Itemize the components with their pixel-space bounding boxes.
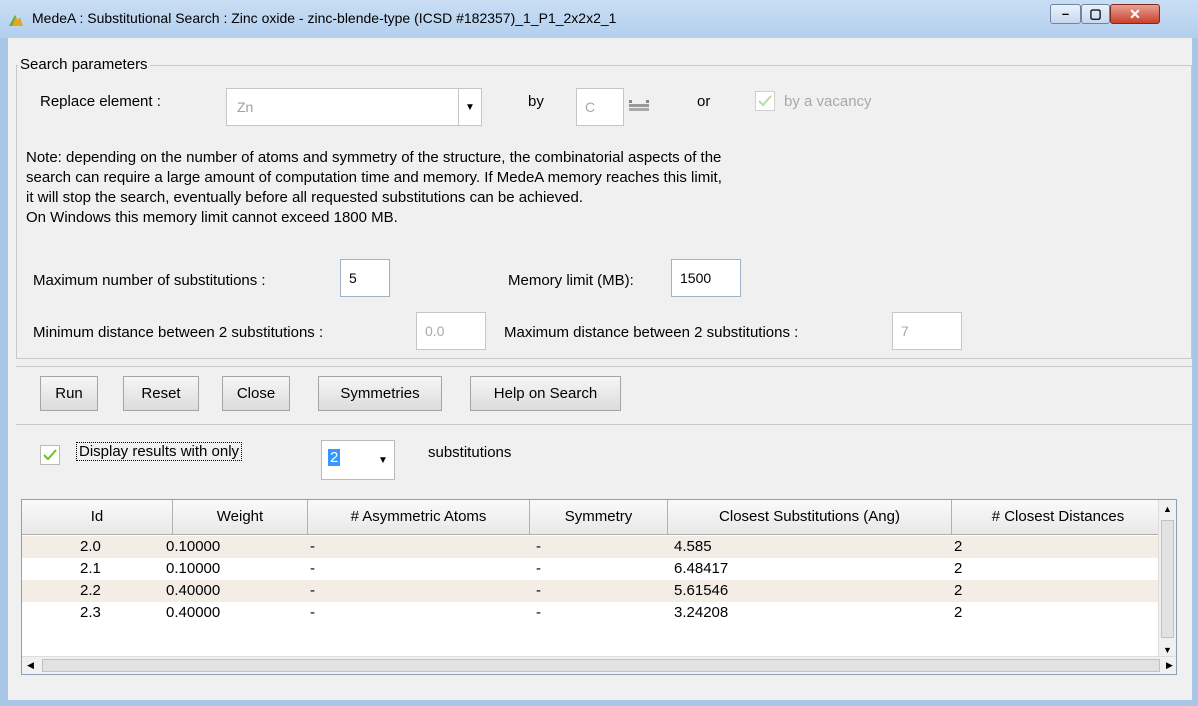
cell-closest-substitutions: 5.61546 <box>674 582 729 599</box>
cell-closest-distances: 2 <box>954 560 963 577</box>
note-line: Note: depending on the number of atoms a… <box>26 149 722 166</box>
cell-closest-substitutions: 6.48417 <box>674 560 729 577</box>
note-line: search can require a large amount of com… <box>26 169 722 186</box>
replace-element-value: Zn <box>237 99 254 115</box>
horizontal-scroll-thumb[interactable] <box>42 659 1160 672</box>
min-distance-input[interactable]: 0.0 <box>416 312 486 350</box>
vertical-scroll-thumb[interactable] <box>1161 520 1174 638</box>
note-line: On Windows this memory limit cannot exce… <box>26 209 398 226</box>
column-header-weight[interactable]: Weight <box>173 500 308 534</box>
column-header-asymmetric-atoms[interactable]: # Asymmetric Atoms <box>308 500 530 534</box>
min-distance-label: Minimum distance between 2 substitutions… <box>33 324 324 341</box>
cell-weight: 0.40000 <box>166 604 221 621</box>
scroll-left-icon[interactable]: ◀ <box>22 657 39 674</box>
close-icon: ✕ <box>1129 6 1141 22</box>
display-results-label[interactable]: Display results with only <box>76 442 243 461</box>
check-icon <box>758 95 772 107</box>
minimize-button[interactable]: – <box>1050 4 1081 24</box>
substitutions-count-combo[interactable]: 2 ▼ <box>321 440 395 480</box>
scroll-right-icon[interactable]: ▶ <box>1161 657 1176 674</box>
substitutions-label: substitutions <box>428 444 512 461</box>
cell-id: 2.1 <box>80 560 101 577</box>
vacancy-label: by a vacancy <box>784 93 872 110</box>
replace-element-label: Replace element : <box>40 93 161 110</box>
maximize-button[interactable]: ▢ <box>1081 4 1110 24</box>
substitutions-count-value: 2 <box>328 449 341 466</box>
cell-asymmetric-atoms: - <box>310 538 315 555</box>
vertical-scrollbar[interactable]: ▲ ▼ <box>1158 500 1176 658</box>
cell-closest-distances: 2 <box>954 604 963 621</box>
cell-id: 2.2 <box>80 582 101 599</box>
display-results-checkbox[interactable] <box>40 445 60 465</box>
separator <box>16 366 1192 367</box>
note-line: it will stop the search, eventually befo… <box>26 189 583 206</box>
dropdown-arrow-icon[interactable]: ▼ <box>458 89 481 125</box>
minimize-icon: – <box>1061 6 1070 21</box>
dropdown-arrow-icon[interactable]: ▼ <box>372 441 394 479</box>
max-substitutions-label: Maximum number of substitutions : <box>33 272 266 289</box>
cell-closest-substitutions: 3.24208 <box>674 604 729 621</box>
maximize-icon: ▢ <box>1089 6 1102 21</box>
separator <box>16 424 1192 425</box>
window-title: MedeA : Substitutional Search : Zinc oxi… <box>32 10 617 26</box>
search-parameters-legend: Search parameters <box>18 56 150 73</box>
close-button[interactable]: Close <box>222 376 290 411</box>
help-on-search-button[interactable]: Help on Search <box>470 376 621 411</box>
cell-closest-distances: 2 <box>954 538 963 555</box>
close-window-button[interactable]: ✕ <box>1110 4 1160 24</box>
table-row[interactable]: 2.1 0.10000 - - 6.48417 2 <box>22 558 1162 580</box>
table-header: Id Weight # Asymmetric Atoms Symmetry Cl… <box>22 500 1162 535</box>
reset-button[interactable]: Reset <box>123 376 199 411</box>
cell-weight: 0.40000 <box>166 582 221 599</box>
results-table[interactable]: Id Weight # Asymmetric Atoms Symmetry Cl… <box>21 499 1177 675</box>
column-header-closest-distances[interactable]: # Closest Distances <box>952 500 1164 534</box>
column-header-id[interactable]: Id <box>22 500 173 534</box>
by-label: by <box>528 93 544 110</box>
cell-symmetry: - <box>536 538 541 555</box>
cell-weight: 0.10000 <box>166 538 221 555</box>
cell-id: 2.3 <box>80 604 101 621</box>
cell-symmetry: - <box>536 604 541 621</box>
table-row[interactable]: 2.3 0.40000 - - 3.24208 2 <box>22 602 1162 624</box>
max-distance-label: Maximum distance between 2 substitutions… <box>504 324 799 341</box>
memory-note: Note: depending on the number of atoms a… <box>26 148 946 228</box>
column-header-symmetry[interactable]: Symmetry <box>530 500 668 534</box>
column-header-closest-substitutions[interactable]: Closest Substitutions (Ang) <box>668 500 952 534</box>
horizontal-scrollbar[interactable]: ◀ ▶ <box>22 656 1176 674</box>
memory-limit-input[interactable]: 1500 <box>671 259 741 297</box>
replace-element-combo[interactable]: Zn ▼ <box>226 88 482 126</box>
cell-asymmetric-atoms: - <box>310 560 315 577</box>
scroll-up-icon[interactable]: ▲ <box>1159 500 1176 517</box>
cell-asymmetric-atoms: - <box>310 582 315 599</box>
max-distance-input[interactable]: 7 <box>892 312 962 350</box>
title-bar[interactable]: MedeA : Substitutional Search : Zinc oxi… <box>0 0 1198 38</box>
cell-closest-distances: 2 <box>954 582 963 599</box>
or-label: or <box>697 93 711 110</box>
by-element-field[interactable]: C <box>576 88 624 126</box>
cell-closest-substitutions: 4.585 <box>674 538 712 555</box>
cell-symmetry: - <box>536 582 541 599</box>
cell-asymmetric-atoms: - <box>310 604 315 621</box>
cell-symmetry: - <box>536 560 541 577</box>
check-icon <box>43 449 57 461</box>
medea-app-icon <box>9 15 23 26</box>
cell-id: 2.0 <box>80 538 101 555</box>
symmetries-button[interactable]: Symmetries <box>318 376 442 411</box>
run-button[interactable]: Run <box>40 376 98 411</box>
table-row[interactable]: 2.2 0.40000 - - 5.61546 2 <box>22 580 1162 602</box>
cell-weight: 0.10000 <box>166 560 221 577</box>
memory-limit-label: Memory limit (MB): <box>508 272 634 289</box>
max-substitutions-input[interactable]: 5 <box>340 259 390 297</box>
vacancy-checkbox[interactable] <box>755 91 775 111</box>
table-row[interactable]: 2.0 0.10000 - - 4.585 2 <box>22 536 1162 558</box>
periodic-table-icon[interactable] <box>629 98 649 112</box>
